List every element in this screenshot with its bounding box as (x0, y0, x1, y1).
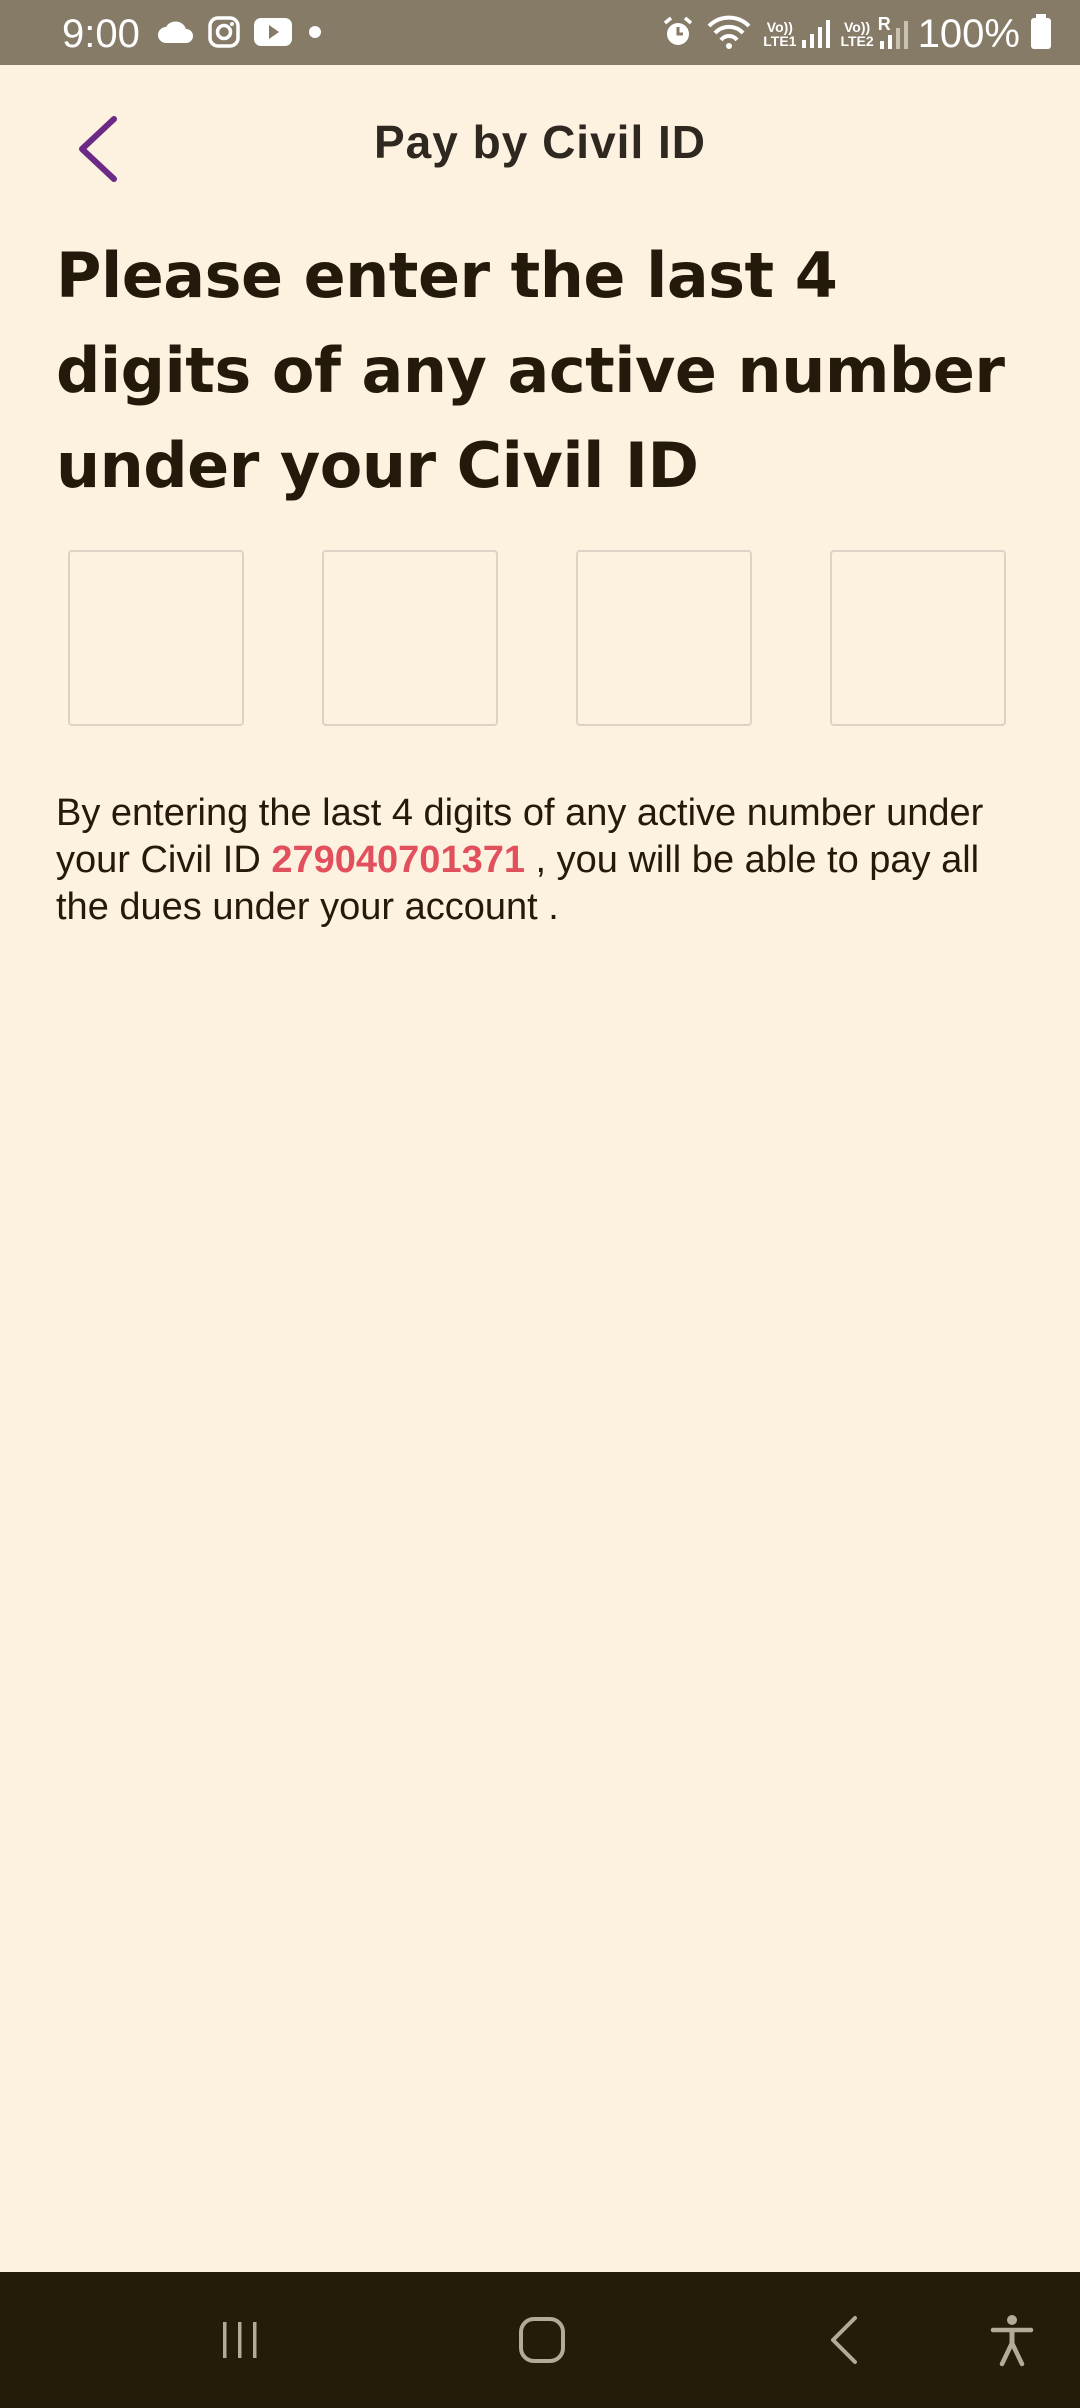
notification-icons (157, 14, 325, 54)
youtube-icon (253, 17, 293, 52)
digit-input-3[interactable] (576, 550, 752, 726)
description-text: By entering the last 4 digits of any act… (56, 790, 1026, 931)
battery-icon (1030, 13, 1052, 55)
accessibility-button[interactable] (972, 2300, 1052, 2380)
home-icon (519, 2317, 565, 2363)
app-header: Pay by Civil ID (0, 65, 1080, 225)
status-time: 9:00 (62, 12, 140, 56)
system-icons: Vo)) LTE1 Vo)) LTE2 R 100% (661, 8, 1052, 60)
page-title: Pay by Civil ID (373, 116, 706, 168)
signal-sim1-icon: Vo)) LTE1 (763, 18, 831, 50)
instagram-icon (207, 15, 241, 54)
accessibility-icon (990, 2315, 1034, 2367)
battery-percentage: 100% (917, 12, 1020, 56)
digit-input-2[interactable] (322, 550, 498, 726)
wifi-icon (705, 14, 753, 55)
home-button[interactable] (502, 2300, 582, 2380)
dot-icon (305, 22, 325, 47)
digit-input-4[interactable] (830, 550, 1006, 726)
cloud-icon (157, 19, 195, 50)
signal-sim2-icon: Vo)) LTE2 R (840, 15, 908, 51)
system-nav-bar (0, 2272, 1080, 2408)
digit-input-1[interactable] (68, 550, 244, 726)
digit-input-group (68, 550, 1012, 730)
alarm-icon (661, 15, 695, 54)
instruction-heading: Please enter the last 4 digits of any ac… (56, 239, 1005, 502)
recent-apps-icon (223, 2322, 257, 2358)
recent-apps-button[interactable] (200, 2300, 280, 2380)
civil-id-number: 279040701371 (271, 839, 525, 881)
nav-back-button[interactable] (806, 2300, 886, 2380)
back-icon (831, 2316, 857, 2364)
status-bar: 9:00 Vo)) LTE1 Vo)) LTE2 R 100% (0, 0, 1080, 65)
